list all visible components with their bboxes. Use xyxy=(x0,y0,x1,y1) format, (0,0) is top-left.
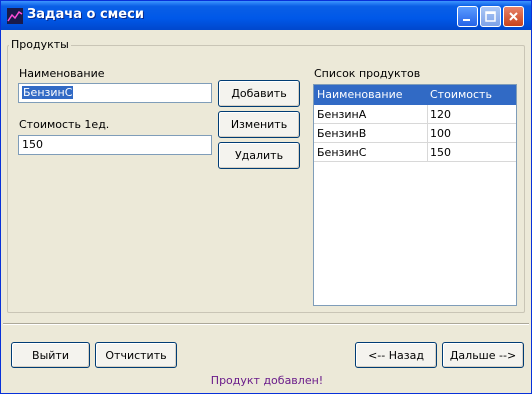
column-header-cost[interactable]: Стоимость xyxy=(430,88,492,101)
row-name: БензинС xyxy=(317,146,367,159)
list-row[interactable]: БензинВ 100 xyxy=(314,124,516,143)
close-icon xyxy=(509,12,518,21)
row-cost: 150 xyxy=(430,146,451,159)
main-window: Задача о смеси Продукты Наименование Бен… xyxy=(0,0,532,394)
list-header: Наименование Стоимость xyxy=(314,85,516,105)
delete-button[interactable]: Удалить xyxy=(218,142,300,169)
product-list[interactable]: Наименование Стоимость БензинА 120 Бензи… xyxy=(313,84,517,306)
maximize-button[interactable] xyxy=(480,6,501,27)
clear-button[interactable]: Отчистить xyxy=(95,342,177,368)
product-list-title: Список продуктов xyxy=(314,67,421,80)
title-bar[interactable]: Задача о смеси xyxy=(1,1,531,30)
column-header-name[interactable]: Наименование xyxy=(317,88,402,101)
name-input[interactable]: БензинС xyxy=(18,83,212,103)
row-cost: 100 xyxy=(430,127,451,140)
list-row[interactable]: БензинА 120 xyxy=(314,105,516,124)
edit-button[interactable]: Изменить xyxy=(218,111,300,138)
row-cost: 120 xyxy=(430,108,451,121)
status-message: Продукт добавлен! xyxy=(210,374,324,387)
cost-label: Стоимость 1ед. xyxy=(19,118,110,131)
footer-divider xyxy=(3,323,529,325)
add-button[interactable]: Добавить xyxy=(218,80,300,107)
minimize-button[interactable] xyxy=(457,6,478,27)
window-title: Задача о смеси xyxy=(27,7,144,22)
products-group-label: Продукты xyxy=(9,38,71,51)
name-label: Наименование xyxy=(19,67,105,80)
row-name: БензинВ xyxy=(317,127,367,140)
close-button[interactable] xyxy=(503,6,524,27)
cost-input[interactable]: 150 xyxy=(18,135,212,155)
cost-input-value: 150 xyxy=(22,138,43,151)
list-row[interactable]: БензинС 150 xyxy=(314,143,516,162)
exit-button[interactable]: Выйти xyxy=(11,342,90,368)
chart-line-icon xyxy=(7,8,23,24)
back-button[interactable]: <-- Назад xyxy=(355,342,437,368)
maximize-icon xyxy=(485,11,496,22)
name-input-value: БензинС xyxy=(22,86,74,99)
next-button[interactable]: Дальше --> xyxy=(442,342,524,368)
row-name: БензинА xyxy=(317,108,367,121)
minimize-icon xyxy=(463,19,470,21)
